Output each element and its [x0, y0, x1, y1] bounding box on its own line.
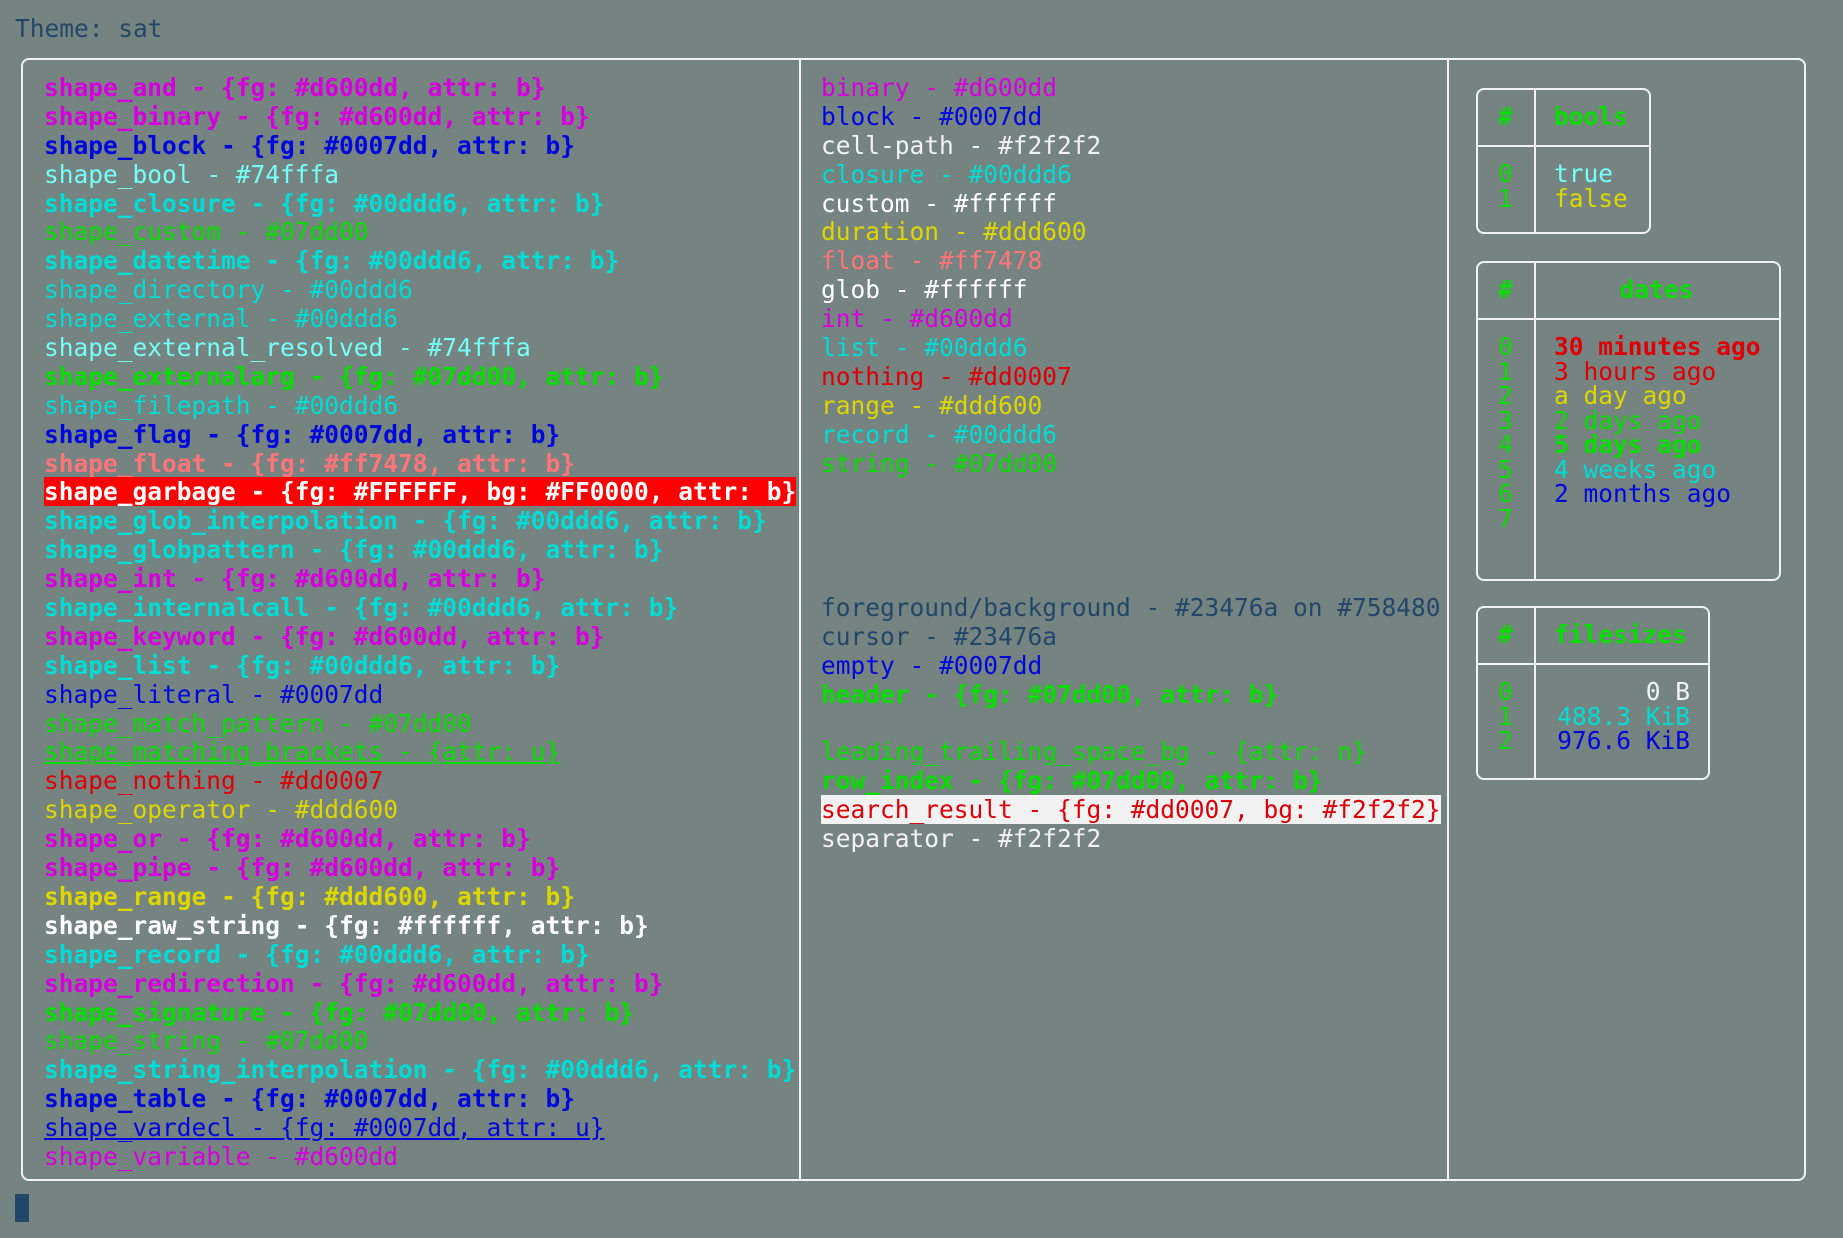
theme-color-entry: shape_filepath - #00ddd6 [44, 390, 399, 420]
bools-value: false [1554, 183, 1628, 213]
theme-color-entry: shape_directory - #00ddd6 [44, 275, 413, 305]
theme-color-entry: shape_operator - #ddd600 [44, 795, 399, 825]
theme-color-entry: header - {fg: #07dd00, attr: b} [821, 679, 1279, 709]
theme-color-entry [821, 507, 1441, 536]
bools-table: # bools 0 true 1 false [1476, 88, 1651, 234]
theme-color-entry: shape_string_interpolation - {fg: #00ddd… [44, 1055, 797, 1085]
theme-color-entry: shape_literal - #0007dd [44, 679, 384, 709]
theme-color-entry: block - #0007dd [821, 101, 1043, 131]
theme-color-entry: duration - #ddd600 [821, 217, 1087, 247]
theme-color-entry [821, 536, 1441, 565]
theme-color-entry: closure - #00ddd6 [821, 159, 1072, 189]
theme-color-entry: shape_garbage - {fg: #FFFFFF, bg: #FF000… [44, 477, 797, 507]
theme-color-entry: separator - #f2f2f2 [821, 824, 1102, 854]
highlighted-entry-text: search_result - {fg: #dd0007, bg: #f2f2f… [821, 795, 1441, 825]
theme-color-entry: shape_nothing - #dd0007 [44, 766, 384, 796]
index-header: # [1498, 102, 1513, 131]
theme-color-entry: shape_glob_interpolation - {fg: #00ddd6,… [44, 506, 767, 536]
row-index: 2 [1498, 726, 1513, 755]
theme-color-entry [821, 565, 1441, 594]
theme-color-entry: shape_record - {fg: #00ddd6, attr: b} [44, 939, 590, 969]
theme-color-entry: shape_matching_brackets - {attr: u} [44, 737, 561, 767]
row-index: 1 [1498, 183, 1513, 213]
theme-color-entry: shape_raw_string - {fg: #ffffff, attr: b… [44, 910, 649, 940]
filesizes-table: # filesizes 00 B 1 488.3 KiB 2 976.6 KiB [1476, 606, 1710, 780]
column-separator [799, 60, 801, 1179]
theme-color-entry: shape_or - {fg: #d600dd, attr: b} [44, 824, 531, 854]
theme-color-entry: list - #00ddd6 [821, 333, 1028, 363]
theme-color-entry: cursor - #23476a [821, 621, 1058, 651]
theme-preview-table: shape_and - {fg: #d600dd, attr: b} shape_… [21, 58, 1806, 1181]
theme-color-entry: shape_flag - {fg: #0007dd, attr: b} [44, 419, 561, 449]
theme-color-entry: record - #00ddd6 [821, 419, 1058, 449]
dates-header: dates [1619, 275, 1694, 304]
header-divider [1478, 318, 1779, 320]
theme-color-entry: row_index - {fg: #07dd00, attr: b} [821, 766, 1323, 796]
theme-color-entry: shape_externalarg - {fg: #07dd00, attr: … [44, 361, 664, 391]
theme-color-entry: shape_internalcall - {fg: #00ddd6, attr:… [44, 593, 679, 623]
theme-color-entry: custom - #ffffff [821, 188, 1058, 218]
theme-color-entry: shape_variable - #d600dd [44, 1141, 399, 1171]
theme-color-entry: shape_bool - #74fffa [44, 159, 340, 189]
filesizes-value: 976.6 KiB [1557, 726, 1690, 755]
index-header: # [1498, 620, 1513, 649]
theme-color-entry: leading_trailing_space_bg - {attr: n} [821, 737, 1367, 767]
theme-color-entry: shape_external_resolved - #74fffa [44, 333, 531, 363]
terminal-cursor [15, 1194, 29, 1222]
theme-color-entry: shape_redirection - {fg: #d600dd, attr: … [44, 968, 664, 998]
theme-color-entry: glob - #ffffff [821, 275, 1028, 305]
theme-color-entry: foreground/background - #23476a on #7584… [821, 593, 1441, 623]
theme-color-entry: nothing - #dd0007 [821, 361, 1072, 391]
theme-color-entry: binary - #d600dd [821, 73, 1058, 102]
theme-color-entry: shape_and - {fg: #d600dd, attr: b} [44, 73, 546, 102]
theme-color-entry: shape_vardecl - {fg: #0007dd, attr: u} [44, 1113, 605, 1143]
theme-color-entry: int - #d600dd [821, 304, 1013, 334]
theme-color-entry: shape_string - #07dd00 [44, 1026, 369, 1056]
theme-color-entry: shape_external - #00ddd6 [44, 304, 399, 334]
theme-color-entry: shape_block - {fg: #0007dd, attr: b} [44, 130, 576, 160]
column-separator [1447, 60, 1449, 1179]
theme-title: Theme: sat [15, 14, 163, 43]
theme-color-entry: shape_signature - {fg: #07dd00, attr: b} [44, 997, 635, 1027]
theme-color-entry: shape_list - {fg: #00ddd6, attr: b} [44, 650, 561, 680]
theme-color-entry: shape_match_pattern - #07dd00 [44, 708, 472, 738]
theme-color-entry: cell-path - #f2f2f2 [821, 130, 1102, 160]
index-divider [1534, 263, 1536, 579]
dates-value: 2 months ago [1554, 479, 1732, 508]
type-colors-column: binary - #d600dd block - #0007dd cell-path… [821, 73, 1441, 854]
theme-color-entry: search_result - {fg: #dd0007, bg: #f2f2f… [821, 795, 1441, 825]
theme-color-entry: shape_pipe - {fg: #d600dd, attr: b} [44, 853, 561, 883]
theme-color-entry: shape_globpattern - {fg: #00ddd6, attr: … [44, 535, 664, 565]
theme-color-entry: empty - #0007dd [821, 650, 1043, 680]
theme-color-entry: shape_datetime - {fg: #00ddd6, attr: b} [44, 246, 620, 276]
header-divider [1478, 663, 1708, 665]
theme-color-entry: shape_range - {fg: #ddd600, attr: b} [44, 881, 576, 911]
index-divider [1534, 608, 1536, 778]
theme-color-entry: string - #07dd00 [821, 448, 1058, 478]
shape-colors-column: shape_and - {fg: #d600dd, attr: b} shape_… [44, 73, 797, 1172]
theme-color-entry: shape_closure - {fg: #00ddd6, attr: b} [44, 188, 605, 218]
theme-color-entry [821, 478, 1441, 507]
filesizes-header: filesizes [1554, 620, 1687, 649]
header-divider [1478, 145, 1649, 147]
theme-color-entry: shape_int - {fg: #d600dd, attr: b} [44, 564, 546, 594]
theme-color-entry: shape_binary - {fg: #d600dd, attr: b} [44, 101, 590, 131]
theme-color-entry: range - #ddd600 [821, 390, 1043, 420]
theme-color-entry: shape_keyword - {fg: #d600dd, attr: b} [44, 621, 605, 651]
highlighted-entry-text: shape_garbage - {fg: #FFFFFF, bg: #FF000… [44, 477, 797, 507]
theme-color-entry: shape_float - {fg: #ff7478, attr: b} [44, 448, 576, 478]
index-header: # [1498, 275, 1513, 304]
theme-color-entry [821, 710, 1441, 739]
bools-header: bools [1554, 102, 1628, 131]
index-divider [1534, 90, 1536, 232]
theme-color-entry: shape_custom - #07dd00 [44, 217, 369, 247]
theme-color-entry: shape_table - {fg: #0007dd, attr: b} [44, 1084, 576, 1114]
row-index: 7 [1498, 503, 1513, 533]
theme-color-entry: float - #ff7478 [821, 246, 1043, 276]
dates-table: # dates 0 30 minutes ago 1 3 hours ago 2 a da… [1476, 261, 1781, 581]
